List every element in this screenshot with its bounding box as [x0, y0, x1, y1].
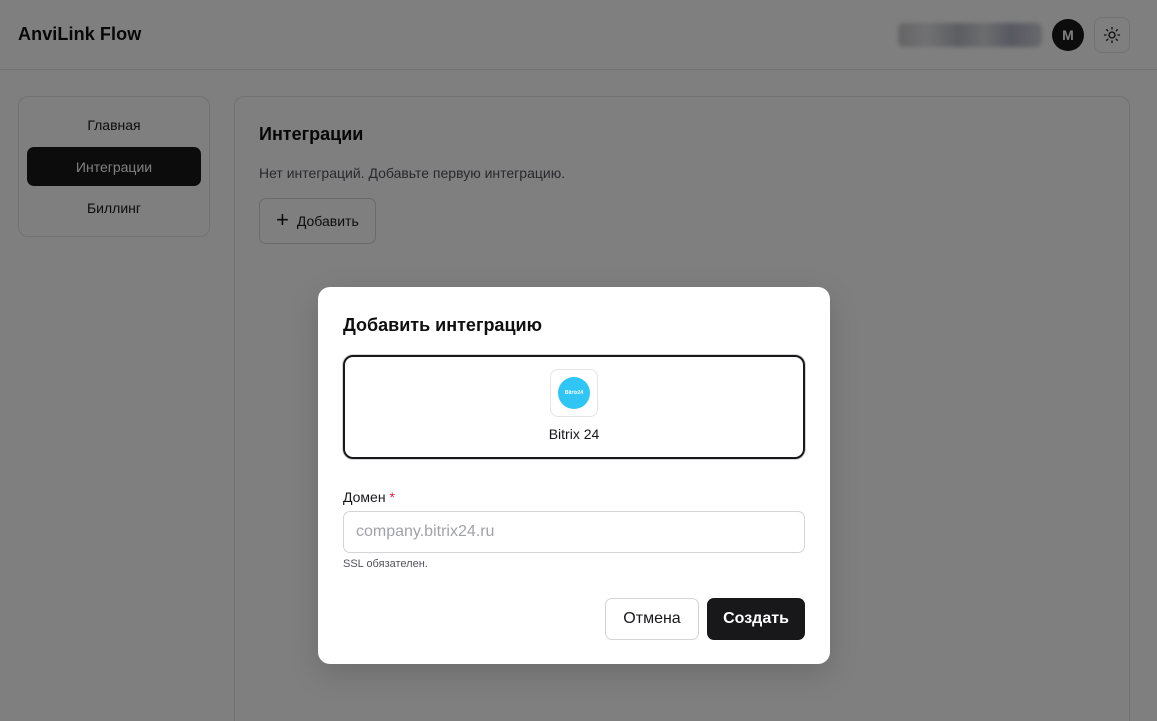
add-integration-dialog: Добавить интеграцию Bitrix24 Bitrix 24 Д… [318, 287, 830, 664]
domain-input[interactable] [343, 511, 805, 553]
integration-option-bitrix24[interactable]: Bitrix24 Bitrix 24 [343, 355, 805, 459]
dialog-title: Добавить интеграцию [343, 315, 542, 335]
domain-label-text: Домен [343, 489, 386, 505]
create-button[interactable]: Создать [707, 598, 805, 640]
bitrix24-logo: Bitrix24 [550, 369, 598, 417]
integration-option-label: Bitrix 24 [548, 426, 600, 442]
domain-field-label: Домен * [343, 489, 805, 505]
cancel-button[interactable]: Отмена [605, 598, 699, 640]
bitrix24-logo-circle: Bitrix24 [558, 377, 590, 409]
required-mark: * [389, 489, 395, 505]
domain-hint: SSL обязателен. [343, 558, 428, 570]
dialog-actions: Отмена Создать [605, 598, 805, 640]
